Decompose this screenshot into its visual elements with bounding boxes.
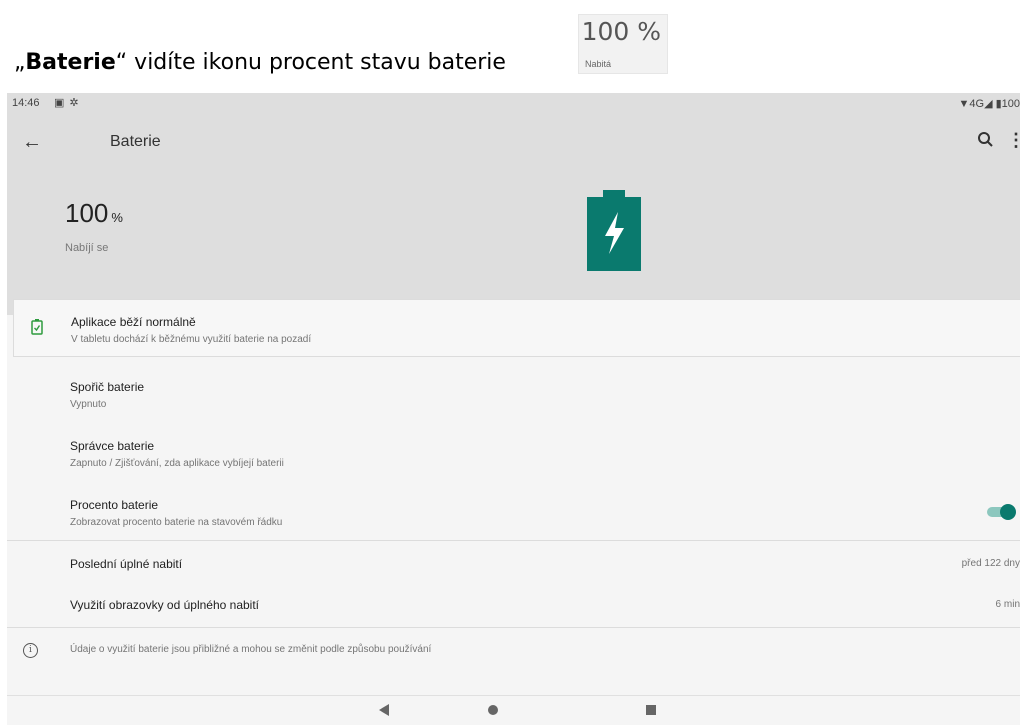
battery-charging-icon xyxy=(587,190,641,271)
app-bar: ← Baterie ⋮ 100% Nabíjí se xyxy=(7,115,1020,315)
info-icon: i xyxy=(23,643,38,658)
badge-label: Nabitá xyxy=(585,59,612,69)
status-bar: 14:46 ▣✲ ▼4G◢ ▮100 xyxy=(7,93,1020,115)
battery-check-icon xyxy=(31,319,43,335)
setting-title: Procento baterie xyxy=(70,498,159,512)
divider xyxy=(7,540,1020,541)
battery-percent-badge: 100 % Nabitá xyxy=(578,14,668,74)
setting-subtitle: Zobrazovat procento baterie na stavovém … xyxy=(70,517,283,528)
device-screen: 14:46 ▣✲ ▼4G◢ ▮100 ← Baterie ⋮ 100% Nabí… xyxy=(7,93,1020,725)
status-right: ▼4G◢ ▮100 xyxy=(958,98,1020,110)
nav-back-icon[interactable] xyxy=(379,704,389,716)
setting-title: Správce baterie xyxy=(70,439,155,453)
nav-recent-apps-icon[interactable] xyxy=(646,705,656,715)
usage-value: před 122 dny xyxy=(961,558,1020,569)
search-button[interactable] xyxy=(973,127,999,153)
battery-percent-value: 100 xyxy=(65,198,109,228)
setting-title: Spořič baterie xyxy=(70,380,145,394)
more-options-button[interactable]: ⋮ xyxy=(1007,127,1020,153)
footer-note: Údaje o využití baterie jsou přibližné a… xyxy=(70,644,432,655)
nav-home-icon[interactable] xyxy=(488,705,498,715)
caption-bold: Baterie xyxy=(25,50,116,75)
status-card-title: Aplikace běží normálně xyxy=(71,315,196,329)
status-card-subtitle: V tabletu dochází k běžnému využití bate… xyxy=(71,334,312,345)
divider xyxy=(7,627,1020,628)
status-icons: ▣✲ xyxy=(54,96,84,109)
setting-subtitle: Vypnuto xyxy=(70,399,107,410)
caption-rest: “ vidíte ikonu procent stavu baterie xyxy=(115,50,506,75)
battery-percentage-toggle[interactable] xyxy=(987,504,1017,520)
image-icon: ▣ xyxy=(54,97,70,109)
search-icon xyxy=(978,132,993,147)
battery-percent: 100% xyxy=(65,198,123,229)
charging-status: Nabíjí se xyxy=(65,242,109,254)
gear-icon: ✲ xyxy=(69,97,84,109)
navigation-bar xyxy=(7,695,1020,725)
page-title: Baterie xyxy=(110,133,161,150)
app-status-card[interactable]: Aplikace běží normálně V tabletu dochází… xyxy=(13,299,1020,357)
usage-title: Využití obrazovky od úplného nabití xyxy=(70,598,260,612)
usage-value: 6 min xyxy=(995,599,1020,610)
usage-title: Poslední úplné nabití xyxy=(70,557,183,571)
badge-percent: 100 % xyxy=(581,17,661,46)
caption-text: „Baterie“ vidíte ikonu procent stavu bat… xyxy=(14,50,506,75)
caption-prefix: „ xyxy=(14,50,26,75)
setting-subtitle: Zapnuto / Zjišťování, zda aplikace vybíj… xyxy=(70,458,284,469)
back-button[interactable]: ← xyxy=(17,127,47,157)
status-time: 14:46 xyxy=(12,97,40,109)
battery-percent-unit: % xyxy=(111,210,123,225)
toggle-thumb xyxy=(1000,504,1016,520)
